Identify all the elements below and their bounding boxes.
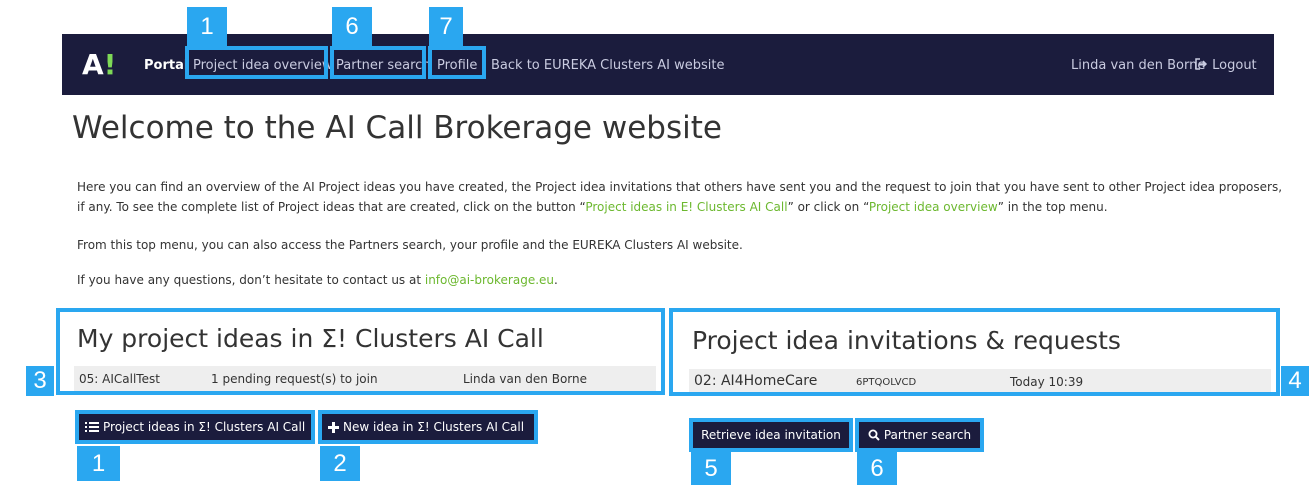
highlight-project-idea-overview xyxy=(185,46,328,79)
annotation-1-top: 1 xyxy=(187,7,227,46)
logo-letter: A xyxy=(82,48,104,81)
new-idea-label: New idea in Σ! Clusters AI Call xyxy=(343,420,525,434)
search-icon xyxy=(868,429,880,441)
retrieve-invitation-label: Retrieve idea invitation xyxy=(701,428,841,442)
intro-text-2: ” or click on “ xyxy=(787,200,869,214)
nav-logout[interactable]: Logout xyxy=(1195,57,1257,75)
annotation-1-bottom: 1 xyxy=(77,446,120,481)
annotation-5: 5 xyxy=(691,452,731,485)
highlight-profile xyxy=(428,46,486,79)
project-ideas-list-button[interactable]: Project ideas in Σ! Clusters AI Call xyxy=(79,414,311,440)
menu-info-paragraph: From this top menu, you can also access … xyxy=(77,238,743,252)
contact-email-link[interactable]: info@ai-brokerage.eu xyxy=(425,273,554,287)
logo[interactable]: A! xyxy=(82,48,116,82)
intro-text-3: ” in the top menu. xyxy=(997,200,1108,214)
annotation-2: 2 xyxy=(320,446,360,481)
contact-text: If you have any questions, don’t hesitat… xyxy=(77,273,425,287)
page-title: Welcome to the AI Call Brokerage website xyxy=(72,110,722,146)
logout-icon xyxy=(1195,58,1208,70)
partner-search-button[interactable]: Partner search xyxy=(859,422,980,448)
annotation-3: 3 xyxy=(26,366,54,396)
annotation-7-top: 7 xyxy=(429,7,463,46)
nav-back-to-eureka[interactable]: Back to EUREKA Clusters AI website xyxy=(491,57,724,75)
annotation-4: 4 xyxy=(1281,366,1309,396)
partner-search-label: Partner search xyxy=(883,428,972,442)
list-icon xyxy=(85,422,99,432)
nav-user-name[interactable]: Linda van den Borne xyxy=(1071,57,1205,75)
annotation-6-top: 6 xyxy=(332,7,372,46)
highlight-invitations xyxy=(669,308,1280,396)
intro-paragraph: Here you can find an overview of the AI … xyxy=(77,177,1287,217)
contact-paragraph: If you have any questions, don’t hesitat… xyxy=(77,270,1287,290)
annotation-6-bottom: 6 xyxy=(857,452,897,485)
intro-link-project-ideas[interactable]: Project ideas in E! Clusters AI Call xyxy=(585,200,787,214)
logo-bang: ! xyxy=(103,48,117,81)
intro-link-project-idea-overview[interactable]: Project idea overview xyxy=(869,200,998,214)
plus-icon xyxy=(328,421,339,433)
project-ideas-list-label: Project ideas in Σ! Clusters AI Call xyxy=(103,420,306,434)
new-idea-button[interactable]: New idea in Σ! Clusters AI Call xyxy=(322,414,534,440)
contact-end: . xyxy=(554,273,558,287)
retrieve-invitation-button[interactable]: Retrieve idea invitation xyxy=(693,422,849,448)
highlight-my-ideas xyxy=(56,308,665,395)
logout-label: Logout xyxy=(1212,58,1257,73)
highlight-partner-search xyxy=(330,46,426,79)
nav-portal[interactable]: Portal xyxy=(144,57,188,75)
